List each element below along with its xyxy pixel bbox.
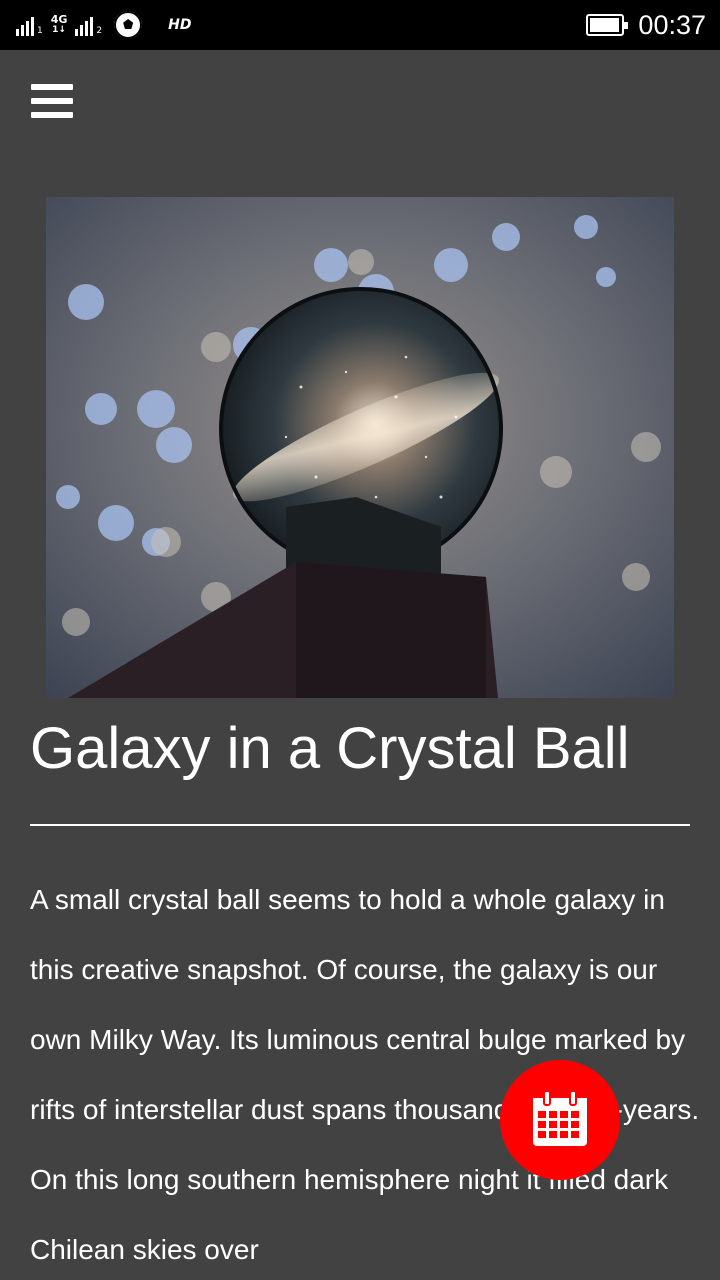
hd-voice-indicator: HD	[168, 17, 192, 33]
network-type-indicator: 4G 1↓	[50, 13, 68, 35]
signal-strength-sim1-icon: 1	[16, 14, 43, 36]
article-title: Galaxy in a Crystal Ball	[30, 716, 630, 781]
battery-icon	[586, 14, 629, 36]
menu-bar-middle	[31, 98, 73, 104]
calendar-fab-button[interactable]	[500, 1060, 620, 1180]
article-body: A small crystal ball seems to hold a who…	[30, 884, 700, 1265]
menu-bar-bottom	[31, 112, 73, 118]
soccer-ball-icon	[114, 11, 143, 39]
article-image	[46, 197, 674, 698]
calendar-icon	[533, 1090, 587, 1146]
signal-strength-sim2-icon: 2	[75, 14, 102, 36]
battery-level-fill	[590, 18, 619, 32]
crystal-ball-photo	[46, 197, 674, 698]
hamburger-menu-icon[interactable]	[30, 82, 74, 120]
status-bar: 1 4G 1↓ 2 HD 00:37	[0, 0, 720, 50]
menu-bar-top	[31, 84, 73, 90]
title-divider	[30, 824, 690, 826]
status-clock: 00:37	[638, 9, 706, 40]
